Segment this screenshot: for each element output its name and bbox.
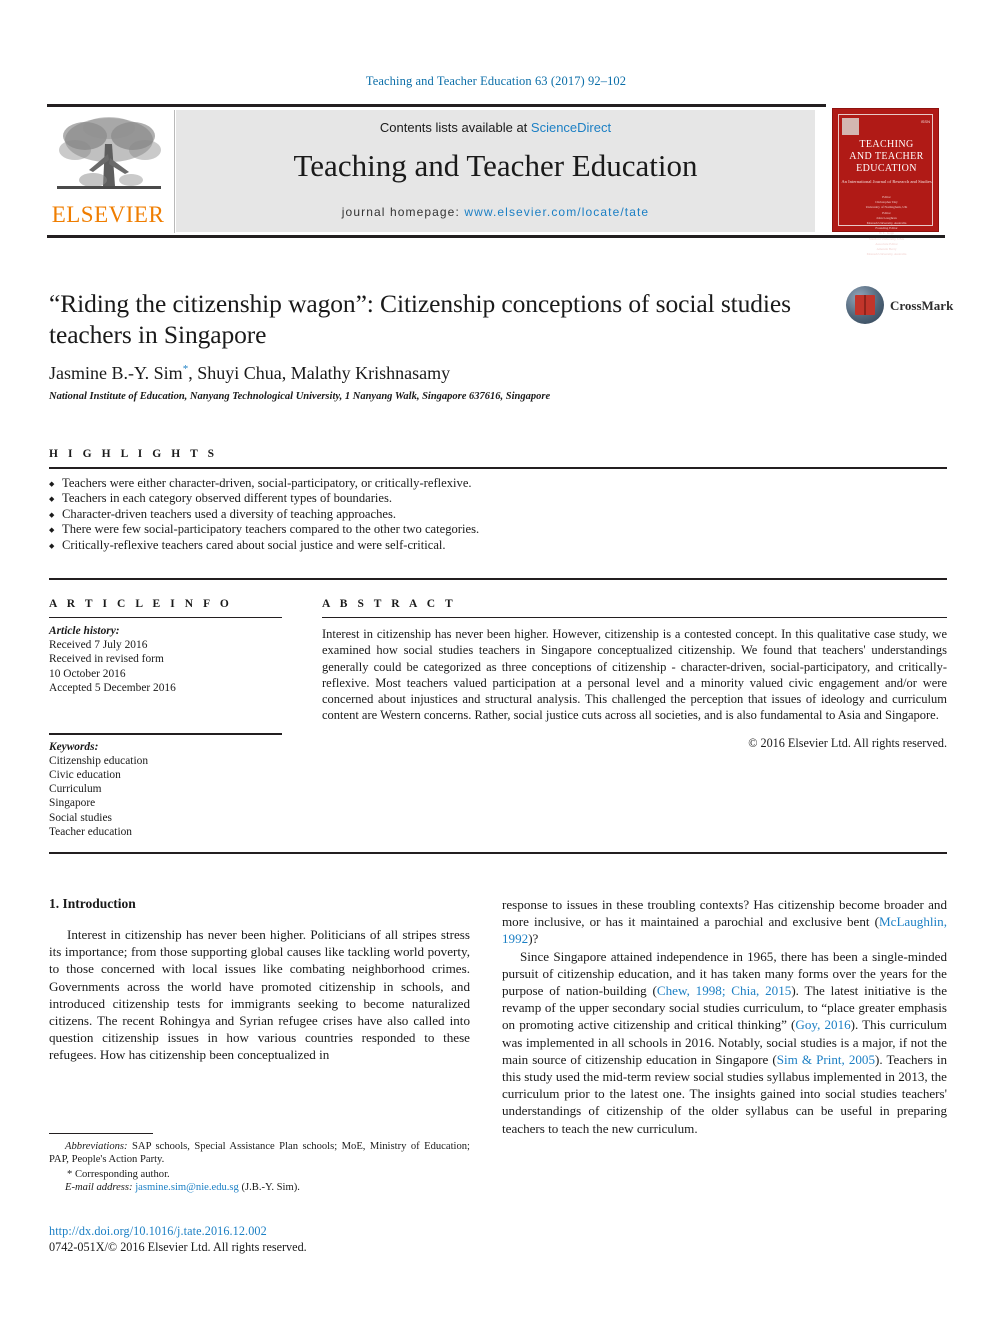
journal-cover-thumbnail[interactable]: ISSN TEACHING AND TEACHER EDUCATION An I… [826, 104, 945, 256]
highlights-heading: H I G H L I G H T S [49, 448, 218, 460]
cover-elsevier-mark-icon [842, 118, 859, 135]
homepage-url-link[interactable]: www.elsevier.com/locate/tate [464, 205, 649, 219]
email-label: E-mail address: [65, 1182, 133, 1194]
abstract-section: A B S T R A C T Interest in citizenship … [322, 598, 947, 751]
keyword-item: Teacher education [49, 825, 132, 838]
footnote-corresponding-author: * Corresponding author. [67, 1168, 170, 1180]
list-item: Character-driven teachers used a diversi… [49, 507, 947, 523]
list-item: Teachers were either character-driven, s… [49, 476, 947, 492]
cover-title: TEACHING AND TEACHER EDUCATION [833, 139, 940, 175]
keywords-label: Keywords: [49, 740, 99, 753]
running-head: Teaching and Teacher Education 63 (2017)… [365, 74, 627, 88]
section-heading-introduction: 1. Introduction [49, 896, 136, 911]
article-info-section: A R T I C L E I N F O Article history: R… [49, 598, 282, 839]
citation-chew-chia[interactable]: Chew, 1998; Chia, 2015 [657, 983, 791, 998]
email-link[interactable]: jasmine.sim@nie.edu.sg [135, 1182, 239, 1193]
corresponding-author-marker: * [182, 363, 189, 375]
footnote-rule [49, 1133, 153, 1134]
authors-names: Jasmine B.-Y. Sim*, Shuyi Chua, Malathy … [49, 363, 451, 383]
cover-issn-text: ISSN [920, 119, 930, 124]
list-item: Critically-reflexive teachers cared abou… [49, 538, 947, 554]
doi-link[interactable]: http://dx.doi.org/10.1016/j.tate.2016.12… [49, 1224, 549, 1239]
article-history-label: Article history: [49, 625, 120, 637]
keyword-item: Social studies [49, 811, 112, 824]
article-page: Teaching and Teacher Education 63 (2017)… [0, 0, 992, 1323]
journal-band: Contents lists available at ScienceDirec… [176, 110, 815, 232]
intro-paragraph-1: Interest in citizenship has never been h… [49, 927, 470, 1063]
keyword-item: Singapore [49, 797, 96, 810]
intro-paragraph-2: Since Singapore attained independence in… [502, 948, 947, 1137]
cover-title-line-3: EDUCATION [856, 163, 917, 174]
elsevier-tree-icon [57, 117, 161, 189]
crossmark-book-icon [855, 295, 875, 315]
keyword-item: Civic education [49, 768, 121, 781]
journal-cover-image: ISSN TEACHING AND TEACHER EDUCATION An I… [832, 108, 940, 256]
abstract-copyright: © 2016 Elsevier Ltd. All rights reserved… [748, 735, 947, 750]
footnote-email: E-mail address: jasmine.sim@nie.edu.sg (… [49, 1181, 470, 1194]
article-history: Article history: Received 7 July 2016 Re… [49, 624, 282, 695]
list-item: There were few social-participatory teac… [49, 522, 947, 538]
crossmark-label: CrossMark [890, 298, 954, 313]
abstract-heading: A B S T R A C T [322, 598, 457, 610]
elsevier-logo: ELSEVIER [47, 110, 175, 233]
homepage-prefix: journal homepage: [341, 205, 465, 219]
title-block: “Riding the citizenship wagon”: Citizens… [49, 288, 839, 402]
masthead-bottom-rule [47, 235, 945, 238]
cover-editors: Editor Christopher Day University of Notti… [865, 195, 908, 257]
journal-homepage-line: journal homepage: www.elsevier.com/locat… [176, 205, 815, 219]
list-item: Teachers in each category observed diffe… [49, 491, 947, 507]
intro-paragraph-1-cont: response to issues in these troubling co… [502, 896, 947, 948]
journal-masthead: ELSEVIER Contents lists available at Sci… [47, 104, 945, 256]
keywords-rule [49, 733, 282, 735]
crossmark-badge[interactable]: CrossMark [846, 286, 953, 326]
contents-available-line: Contents lists available at ScienceDirec… [176, 120, 815, 135]
history-line: Accepted 5 December 2016 [49, 681, 176, 694]
article-title: “Riding the citizenship wagon”: Citizens… [49, 289, 791, 349]
article-info-rule [49, 617, 282, 618]
body-column-left: 1. Introduction Interest in citizenship … [49, 896, 470, 1064]
cover-title-line-1: TEACHING [859, 139, 914, 150]
highlights-section: H I G H L I G H T S Teachers were either… [49, 448, 947, 554]
abstract-rule [322, 617, 947, 618]
abbreviations-label: Abbreviations: [65, 1141, 128, 1152]
contents-prefix: Contents lists available at [379, 120, 531, 135]
footnote-abbreviations: Abbreviations: SAP schools, Special Assi… [49, 1140, 470, 1167]
cover-subtitle: An International Journal of Research and… [841, 179, 932, 184]
journal-title: Teaching and Teacher Education [293, 148, 698, 183]
author-list: Jasmine B.-Y. Sim*, Shuyi Chua, Malathy … [49, 363, 839, 384]
crossmark-circle-icon [846, 286, 884, 324]
history-line: Received in revised form [49, 653, 164, 666]
history-line: 10 October 2016 [49, 667, 126, 680]
sciencedirect-link[interactable]: ScienceDirect [531, 120, 611, 135]
highlights-rule [49, 467, 947, 469]
keyword-item: Citizenship education [49, 754, 149, 767]
email-suffix: (J.B.-Y. Sim). [238, 1182, 300, 1194]
highlights-list: Teachers were either character-driven, s… [49, 476, 947, 554]
issn-copyright-line: 0742-051X/© 2016 Elsevier Ltd. All right… [49, 1240, 307, 1254]
abstract-text: Interest in citizenship has never been h… [322, 627, 947, 723]
elsevier-wordmark: ELSEVIER [51, 202, 165, 227]
para-text-b: )? [528, 931, 539, 947]
highlights-bottom-rule [49, 578, 947, 580]
author-affiliation: National Institute of Education, Nanyang… [49, 391, 551, 402]
body-column-right: response to issues in these troubling co… [502, 896, 947, 1137]
abstract-bottom-rule [49, 852, 947, 854]
article-info-heading: A R T I C L E I N F O [49, 598, 233, 610]
cover-title-line-2: AND TEACHER [849, 151, 924, 162]
keywords-block: Keywords: Citizenship education Civic ed… [49, 733, 282, 839]
citation-goy-2016[interactable]: Goy, 2016 [795, 1017, 850, 1032]
keywords-list: Keywords: Citizenship education Civic ed… [49, 740, 282, 839]
citation-sim-print-2005[interactable]: Sim & Print, 2005 [777, 1052, 875, 1067]
masthead-top-rule [47, 104, 945, 107]
keyword-item: Curriculum [49, 783, 102, 796]
history-line: Received 7 July 2016 [49, 639, 148, 652]
footnote-area: Abbreviations: SAP schools, Special Assi… [49, 1133, 470, 1195]
